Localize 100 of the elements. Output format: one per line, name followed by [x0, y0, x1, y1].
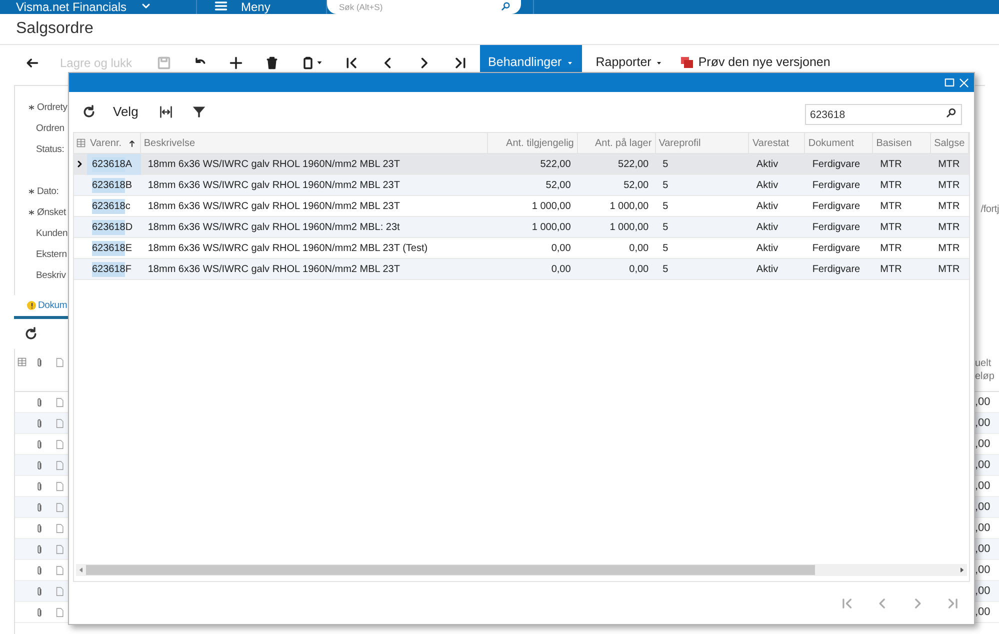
table-row[interactable]: 623618c 18mm 6x36 WS/IWRC galv RHOL 1960N/mm2 MBL 23T 1 000,00 1 000,00 5 Aktiv Ferdigvare MTR MTR	[74, 196, 969, 217]
table-row[interactable]: 623618F 18mm 6x36 WS/IWRC galv RHOL 1960N/mm2 MBL 23T 0,00 0,00 5 Aktiv Ferdigvare MTR MTR	[74, 259, 969, 280]
table-cell-text: ,00	[975, 562, 990, 578]
search-field[interactable]: Søk (Alt+S)	[327, 0, 521, 14]
column-header: eløp	[975, 370, 996, 383]
document-icon	[54, 438, 64, 450]
table-cell-text: ,00	[975, 500, 990, 515]
table-cell-text: Ferdigvare	[812, 220, 860, 234]
menu-icon	[213, 0, 229, 13]
table-cell-text: 52,00	[624, 178, 649, 192]
first-icon	[841, 596, 854, 610]
table-cell-text: ,00	[975, 542, 990, 557]
document-icon	[54, 460, 64, 470]
column-header: uelt	[975, 357, 992, 370]
table-row[interactable]: 623618B 18mm 6x36 WS/IWRC galv RHOL 1960N/mm2 MBL 23T 52,00 52,00 5 Aktiv Ferdigvare MTR MTR	[74, 175, 969, 196]
table-cell-text: MTR	[938, 158, 960, 172]
document-icon	[54, 396, 64, 408]
windows-icon	[681, 57, 694, 68]
maximize-icon[interactable]	[944, 77, 955, 88]
field-label: Dato:	[37, 185, 59, 200]
menu-button[interactable]: Meny	[197, 0, 327, 14]
clipboard-icon	[300, 56, 315, 70]
table-cell-text: Ferdigvare	[812, 262, 860, 276]
last-icon	[946, 596, 959, 610]
back-icon	[25, 56, 39, 70]
table-cell-text: 18mm 6x36 WS/IWRC galv RHOL 1960N/mm2 MBL 23T	[148, 158, 400, 172]
table-cell-text: 1 000,00	[532, 200, 571, 214]
select-button[interactable]: Velg	[111, 102, 140, 122]
table-cell-text: 18mm 6x36 WS/IWRC galv RHOL 1960N/mm2 MBL 23T	[148, 178, 400, 192]
document-icon	[54, 418, 64, 428]
table-row[interactable]: 623618D 18mm 6x36 WS/IWRC galv RHOL 1960N/mm2 MBL: 23t 1 000,00 1 000,00 5 Aktiv Ferdigvare MTR MTR	[74, 217, 969, 238]
app-name: Visma.net Financials	[16, 0, 126, 14]
field-label: /fortj	[980, 203, 999, 217]
table-cell-text: Ferdigvare	[812, 200, 860, 214]
table-cell-text: 5	[662, 200, 668, 214]
search-icon	[501, 1, 511, 11]
table-cell-text: Ferdigvare	[812, 158, 860, 172]
table-cell-text: 5	[662, 242, 668, 256]
table-cell-text: 623618B	[90, 176, 134, 194]
horizontal-scrollbar[interactable]	[76, 564, 967, 576]
table-cell-text: 0,00	[629, 242, 649, 256]
document-icon	[54, 502, 64, 512]
table-cell-text: MTR	[938, 242, 960, 256]
table-cell-text: Aktiv	[756, 200, 778, 214]
close-icon[interactable]	[958, 76, 970, 88]
table-cell-text: Aktiv	[756, 220, 778, 234]
table-cell-text: ,00	[975, 458, 990, 473]
field-label: Ordren	[35, 122, 64, 136]
field-label: Ønsket	[37, 206, 66, 220]
table-cell: 623618A	[86, 154, 141, 174]
table-row[interactable]: 623618A 18mm 6x36 WS/IWRC galv RHOL 1960N/mm2 MBL 23T 522,00 522,00 5 Aktiv Ferdigvare MTR MTR	[74, 154, 969, 175]
table-cell-text: 5	[662, 262, 668, 276]
page-title: Salgsordre	[16, 19, 94, 39]
document-icon	[54, 357, 64, 368]
table-cell-text: 52,00	[546, 178, 571, 192]
table-row[interactable]: 623618E 18mm 6x36 WS/IWRC galv RHOL 1960N/mm2 MBL 23T (Test) 0,00 0,00 5 Aktiv Ferdigvare MTR MTR	[74, 238, 969, 259]
search-field[interactable]: 623618	[805, 104, 962, 125]
warning-icon	[27, 301, 36, 310]
table-cell-text: 0,00	[551, 242, 571, 256]
fit-width-icon	[159, 105, 174, 119]
table-cell-text: MTR	[880, 262, 902, 276]
field-label: Status:	[35, 143, 64, 158]
plus-icon	[229, 56, 244, 70]
menu-button[interactable]: Rapporter	[588, 45, 672, 80]
table-cell-text: MTR	[880, 242, 902, 256]
table-cell-text: 18mm 6x36 WS/IWRC galv RHOL 1960N/mm2 MBL 23T	[148, 262, 400, 276]
table-cell-text: 623618c	[90, 198, 132, 216]
table-cell-text: ,00	[975, 436, 990, 452]
table-cell-text: Aktiv	[756, 158, 778, 172]
table-cell-text: Ferdigvare	[812, 178, 860, 192]
table-cell-text: ,00	[975, 394, 990, 410]
table-cell-text: 1 000,00	[610, 200, 649, 214]
table-cell-text: MTR	[938, 262, 960, 276]
table-cell-text: 623618D	[90, 218, 134, 236]
scrollbar-thumb[interactable]	[86, 565, 815, 575]
trash-icon	[265, 56, 280, 70]
field-label: Ekstern	[35, 248, 67, 262]
required-mark	[29, 210, 34, 215]
field-label: Beskriv	[35, 269, 66, 284]
sort-arrow-icon	[128, 139, 136, 148]
refresh-icon	[82, 105, 96, 119]
tab[interactable]: Dokum	[14, 298, 68, 313]
table-cell-text: 522,00	[540, 158, 571, 172]
table-cell-text: 623618F	[90, 260, 132, 278]
scroll-right-icon	[959, 567, 965, 573]
table-cell-text: 0,00	[551, 262, 571, 276]
document-icon	[54, 544, 64, 554]
table-cell-text: 522,00	[618, 158, 649, 172]
table-cell-text: Ferdigvare	[812, 242, 860, 256]
first-icon	[345, 56, 360, 70]
search-icon	[946, 106, 957, 118]
table-cell-text: 5	[662, 220, 668, 234]
filter-icon	[192, 105, 206, 119]
table-cell-text: 18mm 6x36 WS/IWRC galv RHOL 1960N/mm2 MBL 23T (Test)	[148, 242, 428, 256]
document-icon	[54, 564, 64, 576]
field-label: Kunden	[35, 227, 68, 242]
table-cell-text: ,00	[975, 416, 990, 431]
document-icon	[54, 480, 64, 492]
table-cell-text: ,00	[975, 604, 990, 620]
field-label: Ordrety	[37, 101, 68, 116]
